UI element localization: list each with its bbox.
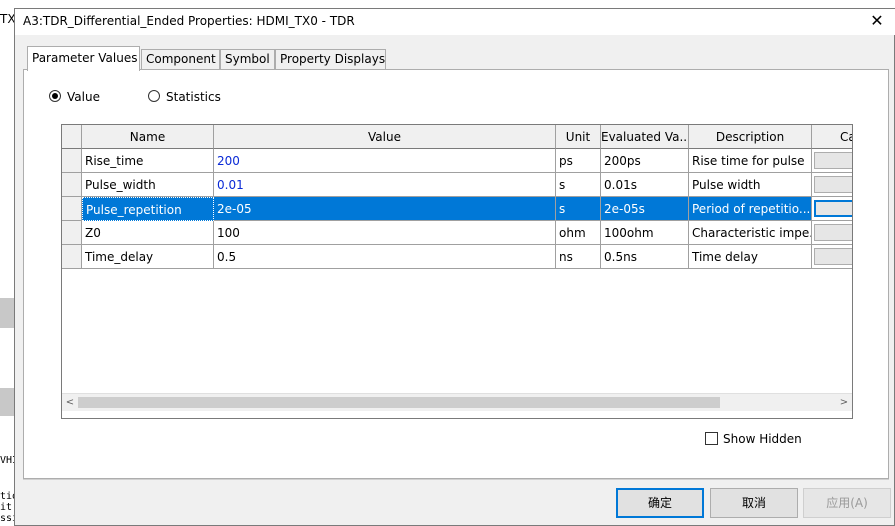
param-ca-cell: [812, 245, 852, 269]
dialog-title: A3:TDR_Differential_Ended Properties: HD…: [23, 14, 355, 28]
column-header-name[interactable]: Name: [82, 125, 214, 149]
radio-value-dot: [49, 90, 61, 102]
param-unit[interactable]: s: [556, 173, 601, 197]
row-header[interactable]: [62, 197, 82, 221]
param-unit[interactable]: ohm: [556, 221, 601, 245]
radio-statistics-dot: [148, 90, 160, 102]
row-header[interactable]: [62, 173, 82, 197]
table-row[interactable]: Z0 100 ohm 100ohm Characteristic impe...: [62, 221, 852, 245]
param-ca-cell: [812, 173, 852, 197]
param-value[interactable]: 2e-05: [214, 197, 556, 221]
column-header-value[interactable]: Value: [214, 125, 556, 149]
tab-component[interactable]: Component: [141, 49, 220, 69]
cancel-button[interactable]: 取消: [710, 488, 798, 518]
scroll-right-icon[interactable]: >: [836, 394, 852, 411]
param-evaluated: 0.01s: [601, 173, 689, 197]
param-description[interactable]: Period of repetitio...: [689, 197, 812, 221]
column-header-description[interactable]: Description: [689, 125, 812, 149]
param-unit[interactable]: s: [556, 197, 601, 221]
background-window-strip: [0, 0, 895, 8]
tab-symbol[interactable]: Symbol: [220, 49, 275, 69]
param-ca-button[interactable]: [814, 248, 852, 265]
column-header-ca[interactable]: Ca: [812, 125, 852, 149]
param-ca-button[interactable]: [814, 224, 852, 241]
param-description[interactable]: Pulse width: [689, 173, 812, 197]
param-ca-cell: [812, 149, 852, 173]
table-row[interactable]: Time_delay 0.5 ns 0.5ns Time delay: [62, 245, 852, 269]
scrollbar-thumb[interactable]: [78, 397, 720, 408]
param-description[interactable]: Rise time for pulse: [689, 149, 812, 173]
param-name[interactable]: Time_delay: [82, 245, 214, 269]
param-evaluated: 2e-05s: [601, 197, 689, 221]
param-unit[interactable]: ns: [556, 245, 601, 269]
header-corner: [62, 125, 82, 149]
checkbox-box: [705, 432, 718, 445]
title-bar[interactable]: A3:TDR_Differential_Ended Properties: HD…: [15, 9, 895, 35]
param-evaluated: 100ohm: [601, 221, 689, 245]
param-unit[interactable]: ps: [556, 149, 601, 173]
ok-button[interactable]: 确定: [616, 488, 704, 518]
table-row[interactable]: Pulse_width 0.01 s 0.01s Pulse width: [62, 173, 852, 197]
background-fragment: it: [0, 502, 13, 513]
param-value[interactable]: 100: [214, 221, 556, 245]
param-name[interactable]: Rise_time: [82, 149, 214, 173]
param-description[interactable]: Time delay: [689, 245, 812, 269]
show-hidden-checkbox[interactable]: Show Hidden: [705, 432, 802, 446]
param-ca-button[interactable]: [814, 152, 852, 169]
close-icon[interactable]: ✕: [867, 11, 887, 31]
param-description[interactable]: Characteristic impe...: [689, 221, 812, 245]
radio-statistics[interactable]: Statistics: [148, 90, 221, 104]
row-header[interactable]: [62, 221, 82, 245]
scroll-left-icon[interactable]: <: [62, 394, 78, 411]
apply-button[interactable]: 应用(A): [803, 488, 891, 518]
tab-property-displays[interactable]: Property Displays: [275, 49, 386, 69]
param-ca-button[interactable]: [814, 200, 852, 217]
table-row[interactable]: Rise_time 200 ps 200ps Rise time for pul…: [62, 149, 852, 173]
radio-value-label: Value: [67, 90, 100, 104]
param-evaluated: 0.5ns: [601, 245, 689, 269]
param-evaluated: 200ps: [601, 149, 689, 173]
tab-parameter-values[interactable]: Parameter Values: [27, 46, 140, 71]
param-ca-button[interactable]: [814, 176, 852, 193]
horizontal-scrollbar[interactable]: < >: [62, 393, 852, 411]
row-header[interactable]: [62, 149, 82, 173]
param-ca-cell: [812, 221, 852, 245]
column-header-evaluated[interactable]: Evaluated Va...: [601, 125, 689, 149]
parameter-table: Name Value Unit Evaluated Va... Descript…: [61, 124, 853, 419]
table-header-row: Name Value Unit Evaluated Va... Descript…: [62, 125, 852, 149]
param-name[interactable]: Pulse_repetition: [82, 197, 214, 221]
properties-dialog: A3:TDR_Differential_Ended Properties: HD…: [14, 8, 895, 526]
divider: [23, 479, 889, 480]
show-hidden-label: Show Hidden: [723, 432, 802, 446]
param-value[interactable]: 0.01: [214, 173, 556, 197]
radio-value[interactable]: Value: [49, 90, 100, 104]
table-row-selected[interactable]: Pulse_repetition 2e-05 s 2e-05s Period o…: [62, 197, 852, 221]
radio-statistics-label: Statistics: [166, 90, 221, 104]
param-value[interactable]: 0.5: [214, 245, 556, 269]
param-ca-cell: [812, 197, 852, 221]
param-name[interactable]: Z0: [82, 221, 214, 245]
param-value[interactable]: 200: [214, 149, 556, 173]
column-header-unit[interactable]: Unit: [556, 125, 601, 149]
row-header[interactable]: [62, 245, 82, 269]
param-name[interactable]: Pulse_width: [82, 173, 214, 197]
